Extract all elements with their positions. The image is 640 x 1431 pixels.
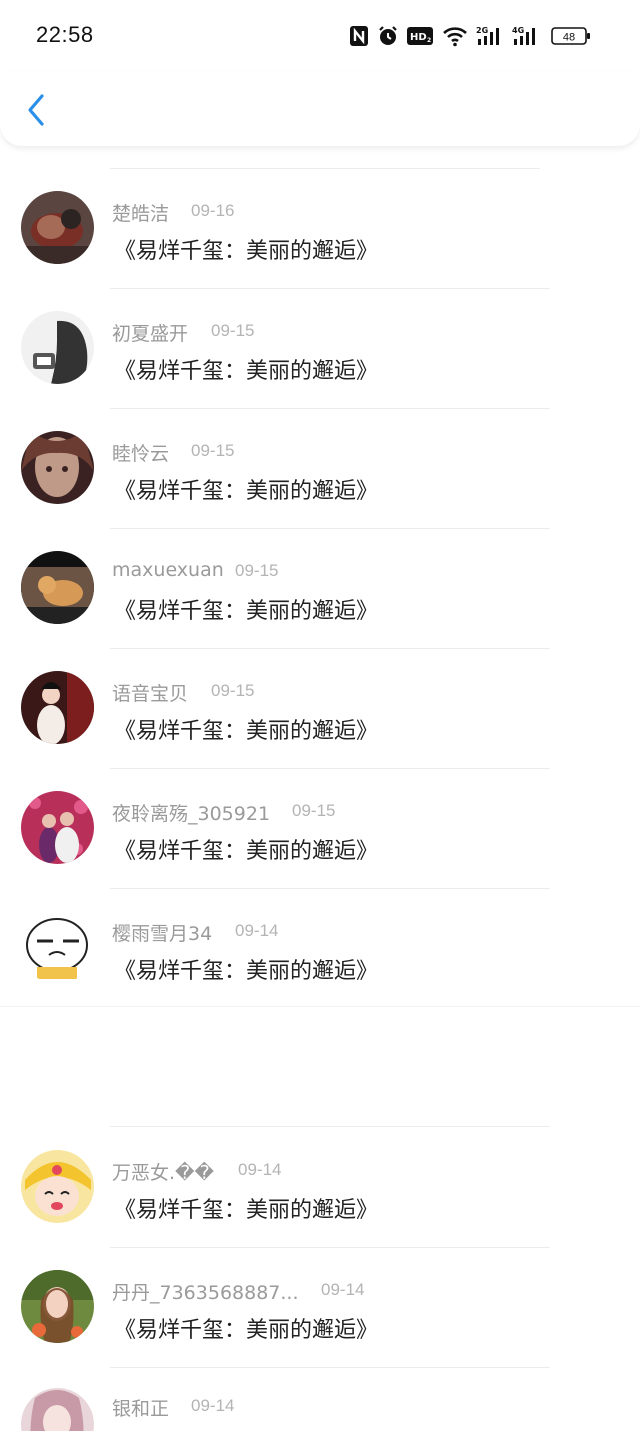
row-date: 09-14 (235, 921, 279, 940)
row-name: maxuexuan (112, 559, 224, 581)
row-date: 09-15 (292, 801, 336, 820)
status-bar: 22:58 HD 2 2G 4G 48 (0, 0, 640, 72)
list-item[interactable]: 丹丹_7363568887... 09-14 《易烊千玺：美丽的邂逅》 (0, 1248, 640, 1368)
row-message: 《易烊千玺：美丽的邂逅》 (114, 359, 379, 384)
avatar (21, 911, 94, 984)
avatar (21, 1150, 94, 1223)
row-message: 《易烊千玺：美丽的邂逅》 (114, 839, 379, 864)
back-button[interactable] (20, 90, 52, 130)
header-bar (0, 72, 640, 146)
list-item[interactable]: 楚皓洁 09-16 《易烊千玺：美丽的邂逅》 (0, 169, 640, 289)
list-item[interactable]: 银和正 09-14 (0, 1368, 640, 1431)
row-message: 《易烊千玺：美丽的邂逅》 (114, 1318, 379, 1343)
row-name: 初夏盛开 (112, 323, 189, 345)
list-item[interactable]: 初夏盛开 09-15 《易烊千玺：美丽的邂逅》 (0, 289, 640, 409)
row-name: 夜聆离殇_305921 (112, 803, 271, 825)
avatar (21, 671, 94, 744)
avatar (21, 311, 94, 384)
row-message: 《易烊千玺：美丽的邂逅》 (114, 719, 379, 744)
list-item[interactable]: 万恶女.�� 09-14 《易烊千玺：美丽的邂逅》 (0, 1128, 640, 1248)
row-date: 09-14 (191, 1396, 235, 1415)
row-name: 樱雨雪月34 (112, 923, 213, 945)
list-item[interactable]: 夜聆离殇_305921 09-15 《易烊千玺：美丽的邂逅》 (0, 769, 640, 889)
nfc-icon (349, 24, 369, 48)
row-date: 09-15 (211, 681, 255, 700)
row-name: 银和正 (112, 1398, 170, 1420)
list-item[interactable]: maxuexuan 09-15 《易烊千玺：美丽的邂逅》 (0, 529, 640, 649)
row-name: 睦怜云 (112, 443, 170, 465)
row-name: 丹丹_7363568887... (112, 1282, 299, 1304)
row-name: 万恶女.�� (112, 1162, 215, 1184)
divider (0, 1006, 640, 1007)
hd-icon: HD 2 (407, 24, 433, 48)
row-date: 09-15 (191, 441, 235, 460)
svg-text:4G: 4G (512, 26, 524, 35)
row-message: 《易烊千玺：美丽的邂逅》 (114, 239, 379, 264)
chevron-left-icon (28, 94, 44, 126)
row-message: 《易烊千玺：美丽的邂逅》 (114, 599, 379, 624)
row-date: 09-14 (321, 1280, 365, 1299)
svg-text:2G: 2G (476, 26, 488, 35)
signal-4g-icon: 4G (512, 24, 542, 48)
status-time: 22:58 (36, 22, 94, 47)
signal-2g-icon: 2G (476, 24, 506, 48)
battery-icon: 48 (551, 24, 591, 48)
list-item[interactable]: 睦怜云 09-15 《易烊千玺：美丽的邂逅》 (0, 409, 640, 529)
row-date: 09-14 (238, 1160, 282, 1179)
wifi-icon (442, 24, 468, 48)
avatar (21, 1388, 94, 1431)
row-name: 楚皓洁 (112, 203, 170, 225)
avatar (21, 191, 94, 264)
divider (110, 1126, 550, 1127)
row-date: 09-15 (235, 561, 279, 580)
svg-text:2: 2 (427, 37, 431, 44)
list-item[interactable]: 语音宝贝 09-15 《易烊千玺：美丽的邂逅》 (0, 649, 640, 769)
row-date: 09-15 (211, 321, 255, 340)
row-date: 09-16 (191, 201, 235, 220)
row-message: 《易烊千玺：美丽的邂逅》 (114, 959, 379, 984)
row-message: 《易烊千玺：美丽的邂逅》 (114, 479, 379, 504)
row-message: 《易烊千玺：美丽的邂逅》 (114, 1198, 379, 1223)
avatar (21, 431, 94, 504)
row-name: 语音宝贝 (112, 683, 189, 705)
avatar (21, 551, 94, 624)
avatar (21, 791, 94, 864)
alarm-icon (377, 24, 399, 48)
avatar (21, 1270, 94, 1343)
list-item[interactable]: 樱雨雪月34 09-14 《易烊千玺：美丽的邂逅》 (0, 889, 640, 1009)
svg-text:HD: HD (410, 32, 427, 43)
svg-text:48: 48 (563, 32, 575, 44)
